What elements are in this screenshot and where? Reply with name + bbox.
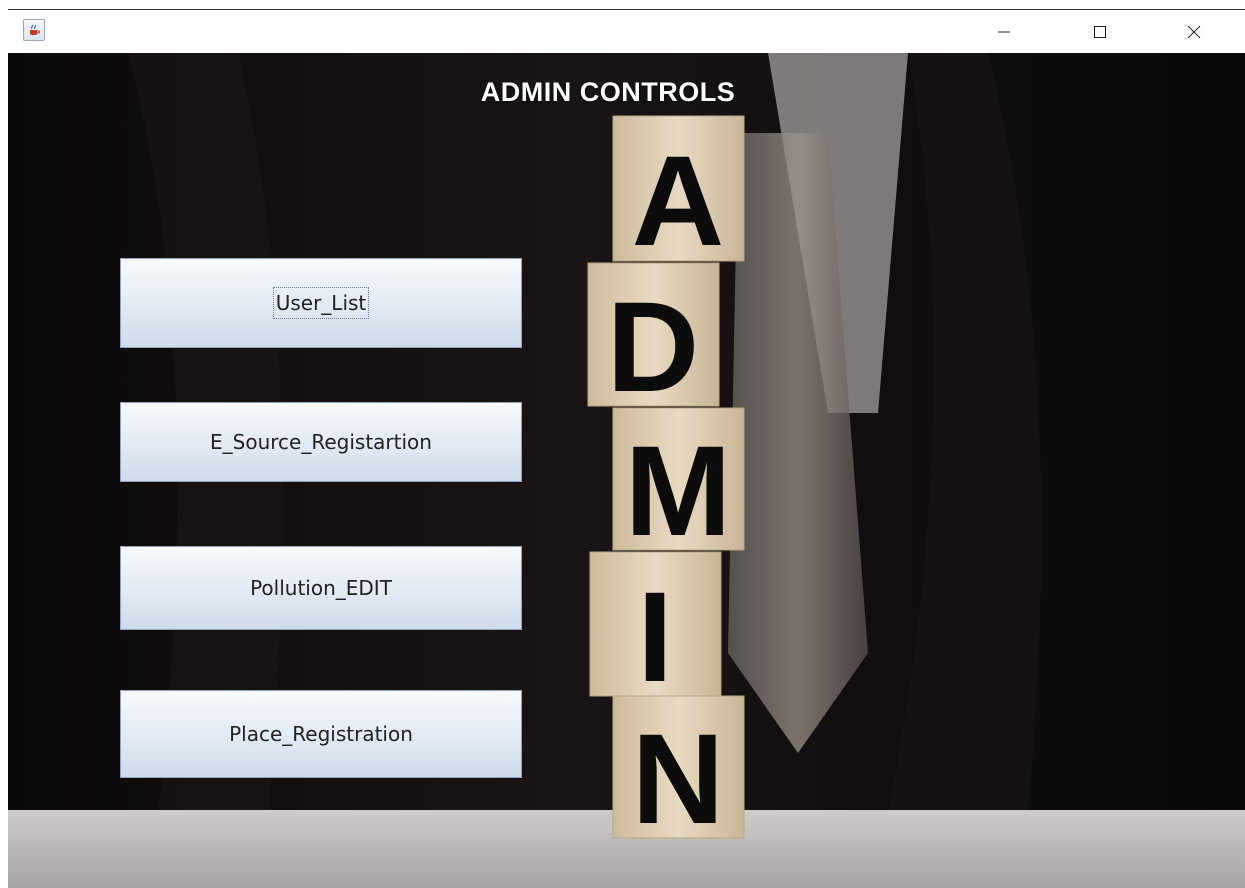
java-coffee-cup-icon[interactable] [23,19,45,41]
close-button[interactable] [1171,10,1217,53]
admin-panel: A D M I N ADMIN CONTROLS User_List E_Sou… [8,53,1245,888]
close-icon [1187,25,1201,38]
maximize-icon [1094,25,1106,38]
pollution-edit-button[interactable]: Pollution_EDIT [120,546,522,630]
button-label: User_List [272,287,370,319]
minimize-button[interactable] [981,10,1027,53]
title-bar[interactable] [8,10,1245,53]
block-letter: M [625,420,732,563]
block-letter: I [637,566,673,709]
button-label: Pollution_EDIT [250,576,392,600]
minimize-icon [998,31,1010,32]
block-letter: N [632,708,724,851]
e-source-registration-button[interactable]: E_Source_Registartion [120,402,522,482]
maximize-button[interactable] [1077,10,1123,53]
block-letter: D [607,276,699,419]
block-letter: A [632,130,724,273]
button-label: Place_Registration [229,722,413,746]
button-label: E_Source_Registartion [210,430,432,454]
page-title: ADMIN CONTROLS [480,77,736,107]
place-registration-button[interactable]: Place_Registration [120,690,522,778]
user-list-button[interactable]: User_List [120,258,522,348]
